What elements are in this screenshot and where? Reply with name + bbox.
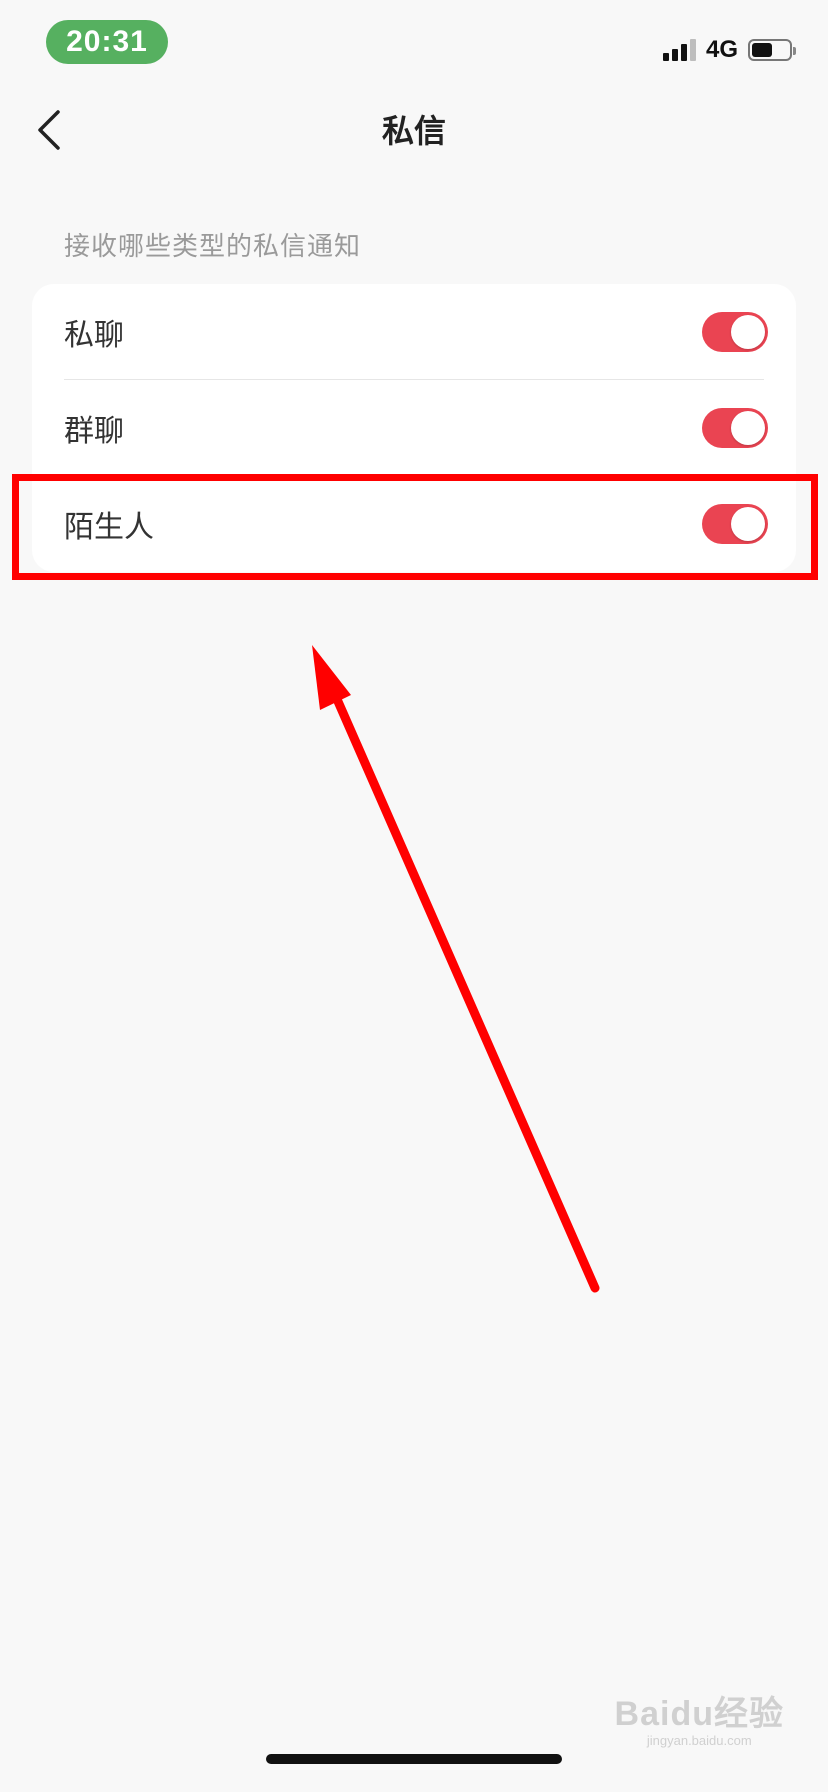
group-chat-toggle[interactable] bbox=[702, 408, 768, 448]
network-type: 4G bbox=[705, 36, 738, 63]
setting-row-strangers: 陌生人 bbox=[32, 476, 796, 572]
setting-row-group-chat: 群聊 bbox=[32, 380, 796, 476]
watermark-logo: Baidu经验 bbox=[614, 1695, 784, 1733]
setting-label: 群聊 bbox=[64, 414, 124, 449]
toggle-knob bbox=[731, 507, 765, 541]
strangers-toggle[interactable] bbox=[702, 504, 768, 544]
settings-card: 私聊 群聊 陌生人 bbox=[32, 284, 796, 572]
section-label: 接收哪些类型的私信通知 bbox=[64, 232, 362, 262]
annotation-arrow-icon bbox=[312, 645, 600, 1293]
setting-label: 私聊 bbox=[64, 318, 124, 353]
battery-icon bbox=[748, 39, 796, 61]
setting-row-private-chat: 私聊 bbox=[32, 284, 796, 380]
watermark-sub: jingyan.baidu.com bbox=[646, 1733, 752, 1748]
toggle-knob bbox=[731, 315, 765, 349]
watermark: Baidu经验 jingyan.baidu.com bbox=[615, 1686, 784, 1748]
home-indicator bbox=[266, 1754, 562, 1764]
status-icons: 4G bbox=[662, 36, 796, 64]
signal-icon bbox=[662, 39, 696, 61]
setting-label: 陌生人 bbox=[64, 510, 154, 545]
status-time: 20:31 bbox=[46, 20, 168, 64]
private-chat-toggle[interactable] bbox=[702, 312, 768, 352]
page-title: 私信 bbox=[381, 112, 446, 150]
toggle-knob bbox=[731, 411, 765, 445]
